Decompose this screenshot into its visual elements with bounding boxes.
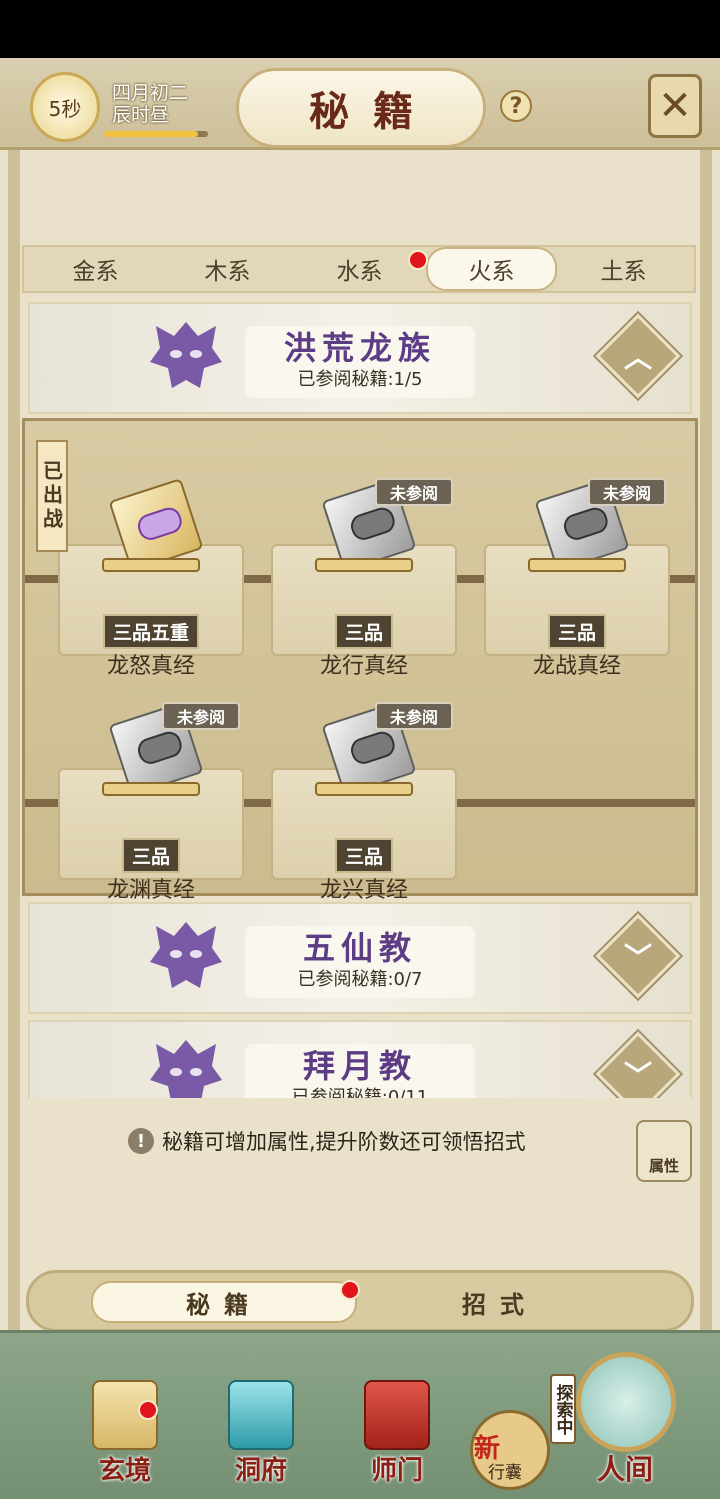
right-border <box>700 150 712 1400</box>
section-name-plaque: 洪荒龙族 已参阅秘籍:1/5 <box>245 326 475 398</box>
nav-dongfu[interactable]: 洞府 <box>206 1352 316 1492</box>
book-stand <box>528 558 626 572</box>
nav-xuanjing[interactable]: 玄境 <box>70 1352 180 1492</box>
nav-label: 玄境 <box>98 1456 151 1486</box>
pavilion-icon <box>228 1380 294 1450</box>
world-map-icon[interactable] <box>576 1352 676 1452</box>
tab-water[interactable]: 水系 <box>294 247 425 291</box>
page-title: 秘籍 <box>236 68 486 148</box>
book-slot[interactable]: 未参阅 三品 龙渊真经 <box>58 672 244 903</box>
chevron-down-icon: ﹀ <box>623 941 652 974</box>
deployed-tag: 已出战 <box>36 440 68 552</box>
book-name: 龙战真经 <box>532 654 621 679</box>
book-name: 龙兴真经 <box>319 878 408 903</box>
book-slot[interactable]: 三品五重 龙怒真经 <box>58 448 244 679</box>
book-slot[interactable]: 未参阅 三品 龙战真经 <box>484 448 670 679</box>
tab-earth[interactable]: 土系 <box>558 247 689 291</box>
book-slot[interactable]: 未参阅 三品 龙行真经 <box>271 448 457 679</box>
section-title: 五仙教 <box>302 929 417 967</box>
nav-label-bag: 行囊 <box>488 1463 522 1483</box>
unread-badge: 未参阅 <box>162 702 240 730</box>
book-stand <box>315 558 413 572</box>
section-header-wuxian[interactable]: 五仙教 已参阅秘籍:0/7 ﹀ <box>28 902 692 1014</box>
notification-dot <box>408 250 428 270</box>
section-read-count: 已参阅秘籍:0/7 <box>297 969 423 990</box>
book-stand <box>102 558 200 572</box>
tab-moves[interactable]: 招式 <box>367 1281 633 1323</box>
tab-secret-books[interactable]: 秘籍 <box>91 1281 357 1323</box>
section-title: 拜月教 <box>302 1047 417 1085</box>
book-slot[interactable]: 未参阅 三品 龙兴真经 <box>271 672 457 903</box>
chevron-up-icon: ︿ <box>623 341 652 374</box>
dragon-mask-icon <box>150 322 222 388</box>
expand-button[interactable]: ﹀ <box>595 1031 681 1098</box>
book-grade: 三品五重 <box>102 614 199 649</box>
attributes-button[interactable]: 属性 <box>636 1120 692 1182</box>
tab-metal[interactable]: 金系 <box>30 247 161 291</box>
collapse-button[interactable]: ︿ <box>595 313 681 399</box>
section-read-count: 已参阅秘籍:1/5 <box>297 369 423 390</box>
expand-button[interactable]: ﹀ <box>595 913 681 999</box>
help-button[interactable]: ? <box>500 90 532 122</box>
section-name-plaque: 拜月教 已参阅秘籍:0/11 <box>245 1044 475 1098</box>
dragon-mask-icon <box>150 922 222 988</box>
tab-wood[interactable]: 木系 <box>162 247 293 291</box>
section-clip: 拜月教 已参阅秘籍:0/11 ﹀ <box>0 1020 720 1098</box>
book-grade: 三品 <box>334 614 393 649</box>
exploring-tag: 探索中 <box>550 1374 576 1444</box>
section-title: 洪荒龙族 <box>283 329 436 367</box>
nav-label: 洞府 <box>234 1456 287 1486</box>
chevron-down-icon: ﹀ <box>623 1059 652 1092</box>
time-of-day: 辰时昼 <box>112 104 170 126</box>
unread-badge: 未参阅 <box>375 702 453 730</box>
book-stand <box>102 782 200 796</box>
section-read-count: 已参阅秘籍:0/11 <box>291 1087 429 1099</box>
book-stand <box>315 782 413 796</box>
left-border <box>8 150 20 1400</box>
banner-icon <box>364 1380 430 1450</box>
book-grade: 三品 <box>121 838 180 873</box>
tab-fire[interactable]: 火系 <box>426 247 557 291</box>
notification-dot <box>340 1280 360 1300</box>
section-header-honghuang[interactable]: 洪荒龙族 已参阅秘籍:1/5 ︿ <box>28 302 692 414</box>
timer-badge: 5秒 <box>30 72 100 142</box>
sub-tabs: 秘籍 招式 <box>26 1270 694 1332</box>
nav-label: 师门 <box>370 1456 423 1486</box>
info-area <box>20 1098 700 1268</box>
book-name: 龙渊真经 <box>106 878 195 903</box>
notification-dot <box>138 1400 158 1420</box>
unread-badge: 未参阅 <box>588 478 666 506</box>
element-tabs: 金系 木系 水系 火系 土系 <box>22 245 696 293</box>
book-grade: 三品 <box>547 614 606 649</box>
close-button[interactable]: ✕ <box>648 74 702 138</box>
section-header-baiyue[interactable]: 拜月教 已参阅秘籍:0/11 ﹀ <box>28 1020 692 1098</box>
time-progress-bar <box>104 131 208 137</box>
time-progress-fill <box>104 131 198 137</box>
book-grade: 三品 <box>334 838 393 873</box>
nav-shimen[interactable]: 师门 <box>342 1352 452 1492</box>
unread-badge: 未参阅 <box>375 478 453 506</box>
section-name-plaque: 五仙教 已参阅秘籍:0/7 <box>245 926 475 998</box>
nav-label-world: 人间 <box>596 1453 653 1486</box>
dragon-mask-icon <box>150 1040 222 1098</box>
tip-text: 秘籍可增加属性,提升阶数还可领悟招式 <box>162 1130 526 1154</box>
info-icon: ! <box>128 1128 154 1154</box>
